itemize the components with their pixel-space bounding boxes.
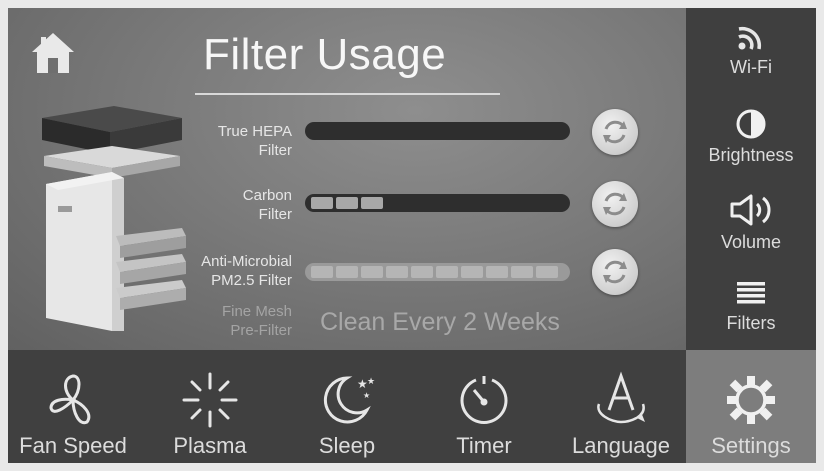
- sidebar-item-brightness[interactable]: Brightness: [686, 108, 816, 166]
- filter-level-segment: [536, 266, 558, 278]
- timer-icon: [460, 376, 508, 424]
- filter-level-segment: [486, 266, 508, 278]
- reset-button-anti-microbial[interactable]: [592, 249, 638, 295]
- tab-settings[interactable]: Settings: [686, 350, 816, 463]
- filter-label-carbon: Carbon Filter: [242, 187, 292, 223]
- sidebar-item-wifi[interactable]: Wi-Fi: [686, 22, 816, 78]
- refresh-icon: [603, 260, 627, 284]
- svg-text:★: ★: [363, 391, 370, 400]
- page-title: Filter Usage: [203, 30, 447, 79]
- filter-level-segment: [436, 266, 458, 278]
- tab-plasma[interactable]: Plasma: [145, 350, 275, 463]
- tab-language[interactable]: Language: [556, 350, 686, 463]
- sidebar-item-label: Filters: [726, 313, 776, 333]
- air-purifier-illustration: [42, 106, 186, 331]
- tab-sleep[interactable]: ★ ★ ★ Sleep: [282, 350, 412, 463]
- reset-button-true-hepa[interactable]: [592, 109, 638, 155]
- tab-label: Timer: [456, 433, 512, 458]
- filter-level-segment: [311, 197, 333, 209]
- settings-sidebar: Wi-Fi Brightness Volume Filters: [686, 8, 816, 350]
- reset-button-carbon[interactable]: [592, 181, 638, 227]
- filter-bar-true-hepa: [305, 122, 570, 140]
- filter-level-segment: [361, 266, 383, 278]
- filters-icon: [737, 282, 765, 304]
- tab-label: Settings: [711, 433, 791, 458]
- home-button[interactable]: [28, 28, 78, 78]
- language-icon: [597, 371, 645, 424]
- tab-label: Plasma: [173, 433, 247, 458]
- filter-label-anti-microbial: Anti-Microbial PM2.5 Filter: [201, 253, 292, 289]
- tab-label: Language: [572, 433, 670, 458]
- settings-icon: [727, 376, 775, 424]
- home-icon: [32, 33, 74, 73]
- sidebar-item-label: Wi-Fi: [730, 57, 772, 77]
- sidebar-item-volume[interactable]: Volume: [686, 193, 816, 253]
- filter-label-true-hepa: True HEPA Filter: [217, 123, 292, 159]
- refresh-icon: [603, 120, 627, 144]
- title-underline: [195, 93, 500, 95]
- fan-icon: [49, 374, 91, 425]
- filter-level-segment: [336, 266, 358, 278]
- filter-level-segment: [311, 266, 333, 278]
- filter-bar-carbon: [305, 194, 570, 212]
- brightness-icon: [736, 109, 766, 139]
- filter-level-segment: [336, 197, 358, 209]
- tab-timer[interactable]: Timer: [419, 350, 549, 463]
- device-screen: Filter Usage True HEPA Filter Carbon Fil…: [8, 8, 816, 463]
- sidebar-item-filters[interactable]: Filters: [686, 278, 816, 334]
- filter-level-segment: [511, 266, 533, 278]
- tab-label: Sleep: [318, 433, 376, 458]
- filter-usage-panel: Filter Usage True HEPA Filter Carbon Fil…: [8, 8, 686, 350]
- plasma-icon: [182, 372, 238, 428]
- filter-level-segment: [361, 197, 383, 209]
- filter-bar-anti-microbial: [305, 263, 570, 281]
- sidebar-item-label: Volume: [720, 232, 782, 252]
- wifi-icon: [738, 26, 762, 50]
- filter-label-fine-mesh: Fine Mesh Pre-Filter: [221, 303, 292, 339]
- tab-label: Fan Speed: [19, 433, 127, 458]
- bottom-toolbar: Fan Speed Plasma ★ ★ ★ Sleep Timer Langu…: [8, 350, 816, 463]
- filter-level-segment: [386, 266, 408, 278]
- pre-filter-clean-notice: Clean Every 2 Weeks: [320, 308, 560, 336]
- filter-level-segment: [461, 266, 483, 278]
- tab-fan-speed[interactable]: Fan Speed: [8, 350, 138, 463]
- sidebar-item-label: Brightness: [708, 145, 794, 165]
- svg-text:★: ★: [367, 377, 375, 387]
- filter-level-segment: [411, 266, 433, 278]
- refresh-icon: [603, 192, 627, 216]
- volume-icon: [730, 194, 771, 226]
- sleep-icon: ★ ★ ★: [323, 376, 375, 424]
